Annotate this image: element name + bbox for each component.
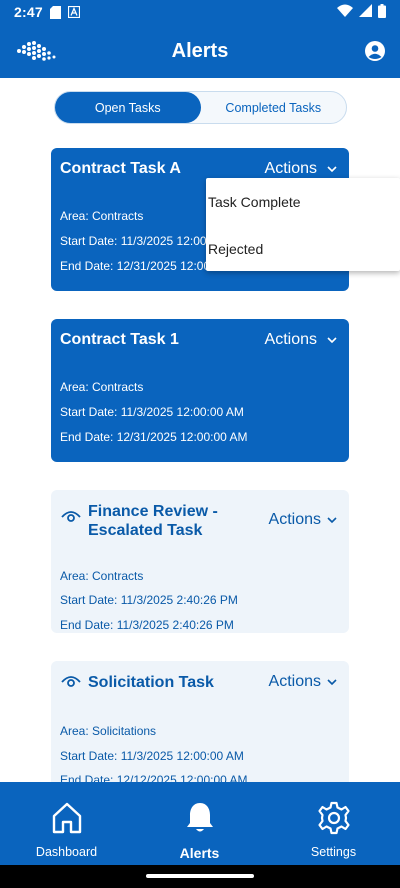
chevron-down-icon xyxy=(327,511,337,529)
tab-completed-tasks[interactable]: Completed Tasks xyxy=(201,92,347,123)
task-title: Contract Task A xyxy=(60,160,181,177)
page-title: Alerts xyxy=(171,39,229,62)
task-area: Area: Contracts xyxy=(60,569,144,583)
account-circle-icon[interactable] xyxy=(364,40,386,62)
tab-open-tasks[interactable]: Open Tasks xyxy=(55,92,201,123)
nav-label: Dashboard xyxy=(35,845,98,859)
nav-alerts[interactable]: Alerts xyxy=(133,782,266,865)
actions-label: Actions xyxy=(268,511,321,528)
task-title: Contract Task 1 xyxy=(60,331,179,348)
home-icon xyxy=(50,800,84,836)
actions-label: Actions xyxy=(268,673,321,690)
system-gesture-bar xyxy=(0,865,400,888)
task-title-line1: Finance Review - xyxy=(88,503,218,520)
actions-menu: Task Complete Rejected xyxy=(206,178,400,271)
signal-icon xyxy=(359,4,372,20)
task-area: Area: Contracts xyxy=(60,209,144,223)
task-start-date: Start Date: 11/3/2025 2:40:26 PM xyxy=(60,593,238,607)
home-gesture-handle[interactable] xyxy=(146,874,254,878)
battery-icon xyxy=(378,3,386,21)
eye-icon xyxy=(61,675,81,694)
task-end-date: End Date: 12/12/2025 12:00:00 AM xyxy=(60,773,248,782)
eye-icon xyxy=(61,510,81,529)
task-card[interactable]: Contract Task 1 Actions Area: Contracts … xyxy=(51,319,349,462)
bell-icon xyxy=(185,800,215,836)
bottom-navigation: Dashboard Alerts Settings xyxy=(0,782,400,865)
status-time: 2:47 xyxy=(14,4,43,20)
notification-a-icon xyxy=(67,6,80,18)
chevron-down-icon xyxy=(327,160,337,178)
sd-card-icon xyxy=(49,5,61,19)
wifi-icon xyxy=(337,4,353,20)
task-area: Area: Contracts xyxy=(60,380,144,394)
nav-label: Settings xyxy=(310,845,357,859)
task-title-line2: Escalated Task xyxy=(88,522,203,539)
task-start-date: Start Date: 11/3/2025 12:00:00 AM xyxy=(60,749,244,763)
actions-dropdown-button[interactable]: Actions xyxy=(269,673,337,691)
main-content[interactable]: Open Tasks Completed Tasks Contract Task… xyxy=(0,78,400,782)
task-card[interactable]: Finance Review - Escalated Task Actions … xyxy=(51,490,349,633)
status-bar: 2:47 xyxy=(0,0,400,24)
task-card[interactable]: Solicitation Task Actions Area: Solicita… xyxy=(51,661,349,782)
task-tabs: Open Tasks Completed Tasks xyxy=(54,91,347,124)
app-logo-icon xyxy=(16,40,56,67)
menu-item-rejected[interactable]: Rejected xyxy=(208,241,263,257)
chevron-down-icon xyxy=(327,673,337,691)
gear-icon xyxy=(317,800,351,836)
actions-dropdown-button[interactable]: Actions xyxy=(265,331,337,349)
nav-dashboard[interactable]: Dashboard xyxy=(0,782,133,865)
app-bar: Alerts xyxy=(0,24,400,78)
actions-dropdown-button[interactable]: Actions xyxy=(269,511,337,529)
task-end-date: End Date: 12/31/2025 12:00:00 AM xyxy=(60,430,248,444)
task-title: Solicitation Task xyxy=(88,674,214,691)
nav-label: Alerts xyxy=(179,845,220,861)
nav-settings[interactable]: Settings xyxy=(267,782,400,865)
task-start-date: Start Date: 11/3/2025 12:00:00 AM xyxy=(60,405,244,419)
actions-label: Actions xyxy=(264,160,317,177)
menu-item-task-complete[interactable]: Task Complete xyxy=(208,194,301,210)
task-area: Area: Solicitations xyxy=(60,724,157,738)
task-end-date: End Date: 11/3/2025 2:40:26 PM xyxy=(60,618,234,632)
actions-dropdown-button[interactable]: Actions xyxy=(265,160,337,178)
chevron-down-icon xyxy=(327,331,337,349)
actions-label: Actions xyxy=(264,331,317,348)
task-title: Finance Review - Escalated Task xyxy=(88,502,218,540)
